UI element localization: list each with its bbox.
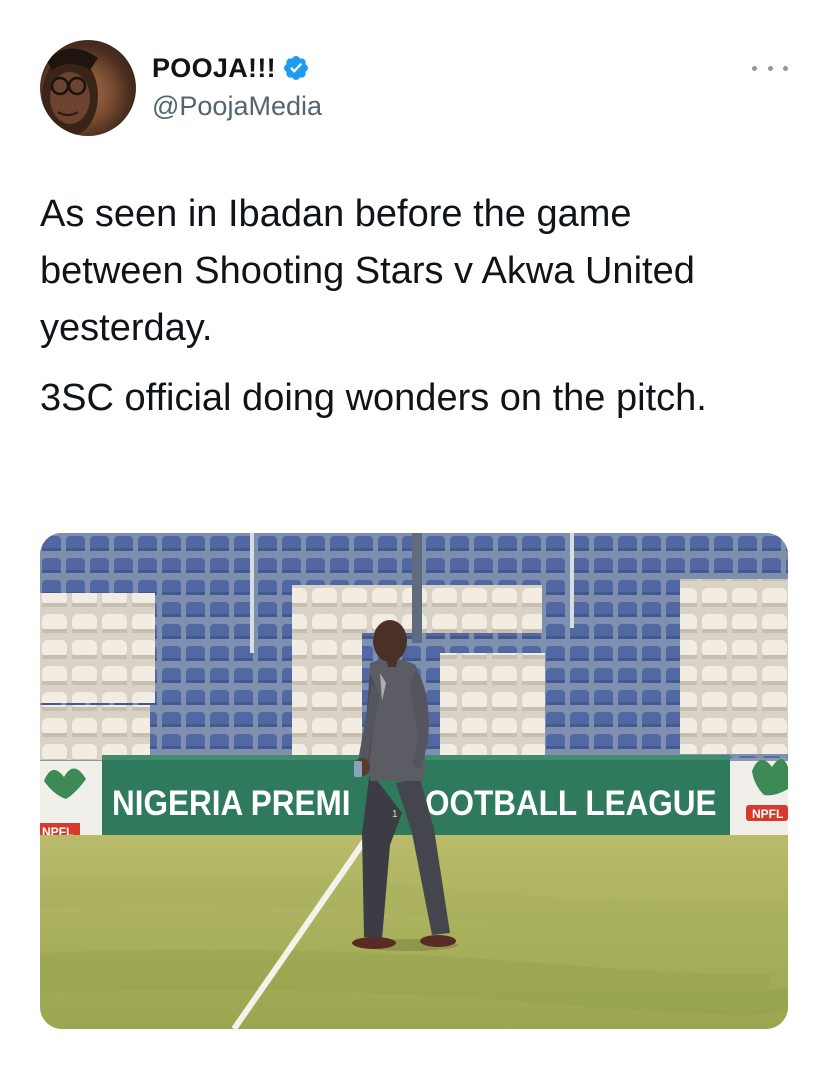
tweet-text: As seen in Ibadan before the game betwee… (40, 186, 780, 440)
banner-text-right: OOTBALL LEAGUE (425, 785, 717, 824)
author-avatar[interactable] (40, 40, 136, 136)
shirt-number: 1 (392, 809, 398, 820)
tweet-paragraph: As seen in Ibadan before the game betwee… (40, 193, 695, 349)
verified-badge-icon (282, 54, 310, 82)
author-display-name[interactable]: POOJA!!! (152, 53, 276, 84)
tweet-card: POOJA!!! @PoojaMedia As seen in Ibadan b… (0, 0, 828, 1073)
author-name-row[interactable]: POOJA!!! (152, 51, 310, 85)
tweet-photo[interactable]: NIGERIA PREMI OOTBALL LEAGUE NPFL NPFL 1 (40, 533, 788, 1029)
dot (767, 65, 773, 71)
tweet-paragraph: 3SC official doing wonders on the pitch. (40, 377, 707, 419)
dot (783, 65, 788, 71)
more-options-icon[interactable] (752, 58, 788, 78)
dot (752, 65, 757, 71)
author-handle[interactable]: @PoojaMedia (152, 91, 322, 122)
npfl-logo-right-text: NPFL (752, 807, 783, 821)
avatar-face-icon (42, 48, 98, 136)
stadium-photo: NIGERIA PREMI OOTBALL LEAGUE NPFL NPFL 1 (40, 533, 788, 1029)
banner-text-left: NIGERIA PREMI (112, 785, 351, 824)
